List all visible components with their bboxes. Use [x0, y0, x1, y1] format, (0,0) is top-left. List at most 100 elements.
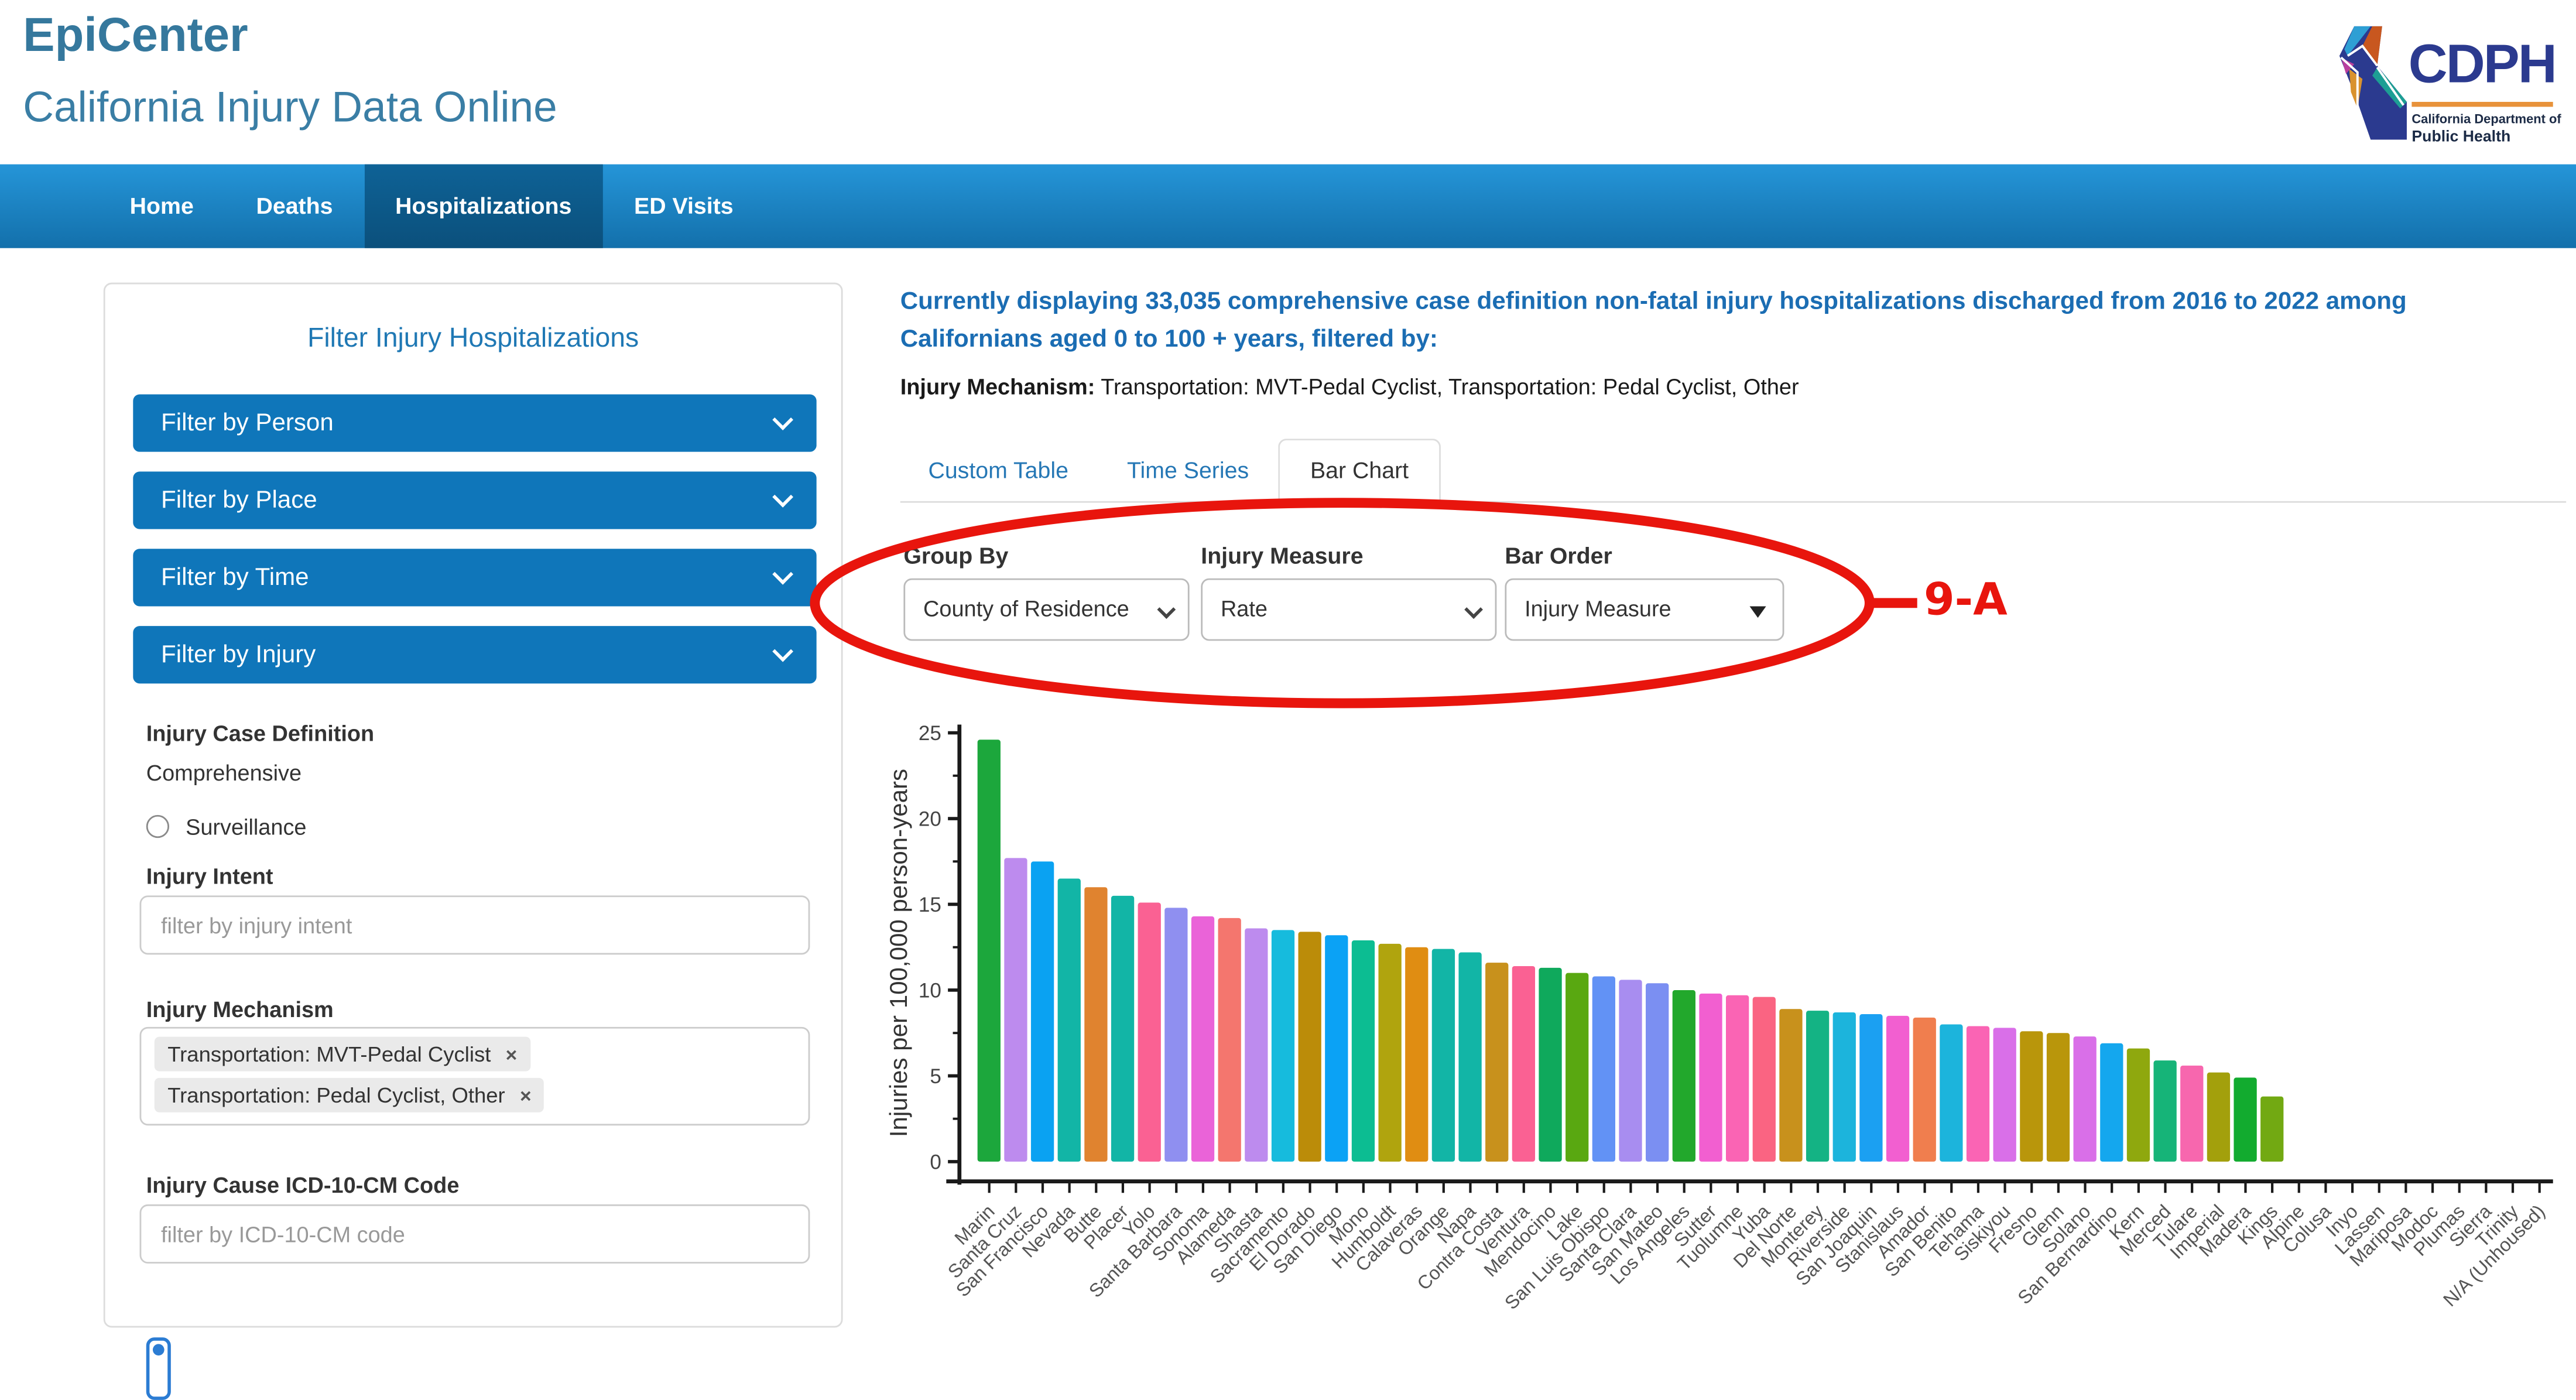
bar-San Benito: [1940, 1025, 1962, 1162]
bar-Ventura: [1512, 966, 1535, 1162]
bar-Napa: [1458, 953, 1481, 1162]
bar-Del Norte: [1779, 1009, 1802, 1162]
injury-measure-label: Injury Measure: [1201, 542, 1363, 569]
bar-Calaveras: [1405, 947, 1428, 1162]
y-tick-label: 5: [930, 1065, 941, 1088]
nav-item-deaths[interactable]: Deaths: [225, 165, 364, 248]
bar-San Bernardino: [2100, 1043, 2123, 1162]
accordion-filter-by-injury[interactable]: Filter by Injury: [133, 626, 816, 683]
logo-rule: [2411, 102, 2553, 106]
nav-item-ed-visits[interactable]: ED Visits: [603, 165, 765, 248]
bar-chart-svg: 0 5 10 15 20 25 Injuries per 100,000 person-ye…: [884, 707, 2576, 1339]
accordion-filter-by-person[interactable]: Filter by Person: [133, 394, 816, 451]
injury-cause-input[interactable]: [140, 1204, 810, 1264]
mechanism-tag: Transportation: MVT-Pedal Cyclist ×: [155, 1037, 530, 1072]
nav-item-home[interactable]: Home: [98, 165, 225, 248]
logo-org-line2: Public Health: [2411, 128, 2510, 146]
applied-filter-label: Injury Mechanism:: [900, 375, 1095, 399]
bar-Sacramento: [1272, 930, 1294, 1161]
bar-Shasta: [1245, 929, 1268, 1162]
remove-tag-icon[interactable]: ×: [506, 1042, 518, 1065]
injury-case-definition-label: Injury Case Definition: [146, 721, 374, 746]
tabs-divider: [900, 501, 2566, 503]
bar-San Francisco: [1031, 861, 1054, 1162]
bar-Contra Costa: [1485, 963, 1508, 1162]
bar-Mono: [1352, 940, 1375, 1162]
bar-order-value: Injury Measure: [1525, 597, 1671, 621]
injury-measure-select[interactable]: Rate: [1201, 579, 1496, 641]
tab-time-series[interactable]: Time Series: [1127, 457, 1249, 483]
bar-San Diego: [1325, 935, 1348, 1162]
bar-Kings: [2260, 1097, 2283, 1162]
accordion-filter-by-time[interactable]: Filter by Time: [133, 549, 816, 606]
tab-bar-chart[interactable]: Bar Chart: [1278, 439, 1441, 502]
bar-Solano: [2074, 1036, 2097, 1162]
radio-comprehensive[interactable]: Comprehensive: [146, 759, 302, 785]
y-tick-label: 25: [919, 722, 941, 745]
radio-label: Surveillance: [186, 814, 306, 838]
bar-Glenn: [2047, 1033, 2070, 1162]
radio-selected-icon[interactable]: [146, 1337, 171, 1400]
tab-custom-table[interactable]: Custom Table: [928, 457, 1068, 483]
chevron-down-icon: [772, 641, 793, 662]
y-axis-title: Injuries per 100,000 person-years: [885, 769, 912, 1137]
bar-Santa Barbara: [1164, 908, 1187, 1162]
radio-icon[interactable]: [146, 815, 169, 838]
bar-Monterey: [1806, 1011, 1829, 1162]
radio-label: Comprehensive: [146, 760, 302, 785]
cdph-acronym: CDPH: [2409, 33, 2556, 95]
bar-Placer: [1111, 896, 1134, 1162]
bar-Mendocino: [1539, 968, 1561, 1162]
main-nav: Home Deaths Hospitalizations ED Visits: [0, 165, 2576, 248]
bar-Amador: [1913, 1018, 1936, 1162]
injury-mechanism-multiselect[interactable]: Transportation: MVT-Pedal Cyclist × Tran…: [140, 1027, 810, 1125]
bar-Nevada: [1058, 879, 1081, 1162]
injury-cause-label: Injury Cause ICD-10-CM Code: [146, 1173, 460, 1198]
injury-mechanism-label: Injury Mechanism: [146, 997, 334, 1022]
filter-panel: Filter Injury Hospitalizations Filter by…: [104, 283, 843, 1328]
bar-Siskiyou: [1993, 1028, 2016, 1162]
chevron-down-icon: [772, 564, 793, 585]
y-tick-label: 10: [919, 980, 941, 1002]
group-by-value: County of Residence: [923, 597, 1129, 621]
injury-measure-value: Rate: [1221, 597, 1268, 621]
bar-Tehama: [1967, 1026, 1989, 1161]
mechanism-tag: Transportation: Pedal Cyclist, Other ×: [155, 1078, 544, 1113]
injury-intent-input[interactable]: [140, 895, 810, 954]
bar-San Mateo: [1646, 983, 1669, 1162]
bar-Madera: [2234, 1077, 2256, 1162]
bar-San Joaquin: [1859, 1014, 1882, 1162]
bar-order-select[interactable]: Injury Measure: [1505, 579, 1784, 641]
nav-item-hospitalizations[interactable]: Hospitalizations: [364, 165, 603, 248]
annotation-label: 9-A: [1924, 575, 2008, 626]
bar-Humboldt: [1378, 944, 1401, 1162]
tag-label: Transportation: MVT-Pedal Cyclist: [167, 1042, 491, 1066]
bar-Marin: [978, 740, 1001, 1162]
california-state-icon: [2336, 20, 2408, 145]
tag-label: Transportation: Pedal Cyclist, Other: [167, 1083, 505, 1107]
accordion-label: Filter by Person: [161, 409, 334, 437]
y-tick-label: 20: [919, 808, 941, 831]
accordion-label: Filter by Injury: [161, 641, 316, 669]
epicenter-page: EpiCenter California Injury Data Online …: [0, 0, 2576, 1339]
bar-Yuba: [1753, 997, 1776, 1162]
applied-filter-value: Transportation: MVT-Pedal Cyclist, Trans…: [1101, 375, 1799, 399]
select-chevron-icon: [1157, 600, 1176, 619]
bar-Alameda: [1218, 918, 1241, 1162]
y-tick-label: 0: [930, 1151, 941, 1174]
y-tick-label: 15: [919, 894, 941, 916]
group-by-select[interactable]: County of Residence: [903, 579, 1189, 641]
bar-El Dorado: [1299, 932, 1321, 1162]
bar-Riverside: [1833, 1012, 1856, 1162]
summary-text: Currently displaying 33,035 comprehensiv…: [900, 283, 2491, 359]
radio-surveillance[interactable]: Surveillance: [146, 813, 307, 840]
applied-filter-line: Injury Mechanism: Transportation: MVT-Pe…: [900, 375, 1799, 399]
injury-intent-label: Injury Intent: [146, 864, 273, 889]
accordion-filter-by-place[interactable]: Filter by Place: [133, 471, 816, 529]
bar-Yolo: [1138, 903, 1161, 1162]
bar-Los Angeles: [1673, 990, 1695, 1162]
remove-tag-icon[interactable]: ×: [520, 1084, 532, 1107]
cdph-logo: CDPH California Department of Public Hea…: [2336, 20, 2566, 155]
logo-org-line1: California Department of: [2411, 112, 2561, 126]
bar-Sonoma: [1191, 916, 1214, 1162]
